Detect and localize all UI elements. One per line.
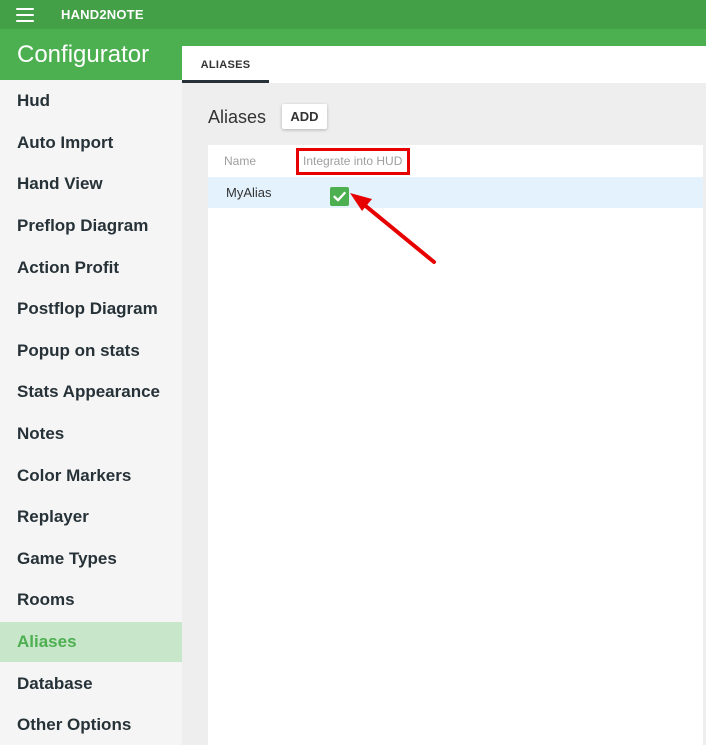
sidebar-item-label: Color Markers	[17, 466, 132, 485]
sidebar-item-replayer[interactable]: Replayer	[0, 497, 182, 537]
sidebar-item-label: Rooms	[17, 590, 75, 609]
sidebar-item-label: Popup on stats	[17, 341, 140, 360]
sidebar-item-label: Other Options	[17, 715, 132, 734]
table-row[interactable]: MyAlias	[208, 177, 703, 208]
column-header-name[interactable]: Name	[224, 154, 256, 168]
aliases-table: Name Integrate into HUD MyAlias	[208, 145, 703, 745]
sidebar-item-label: Hand View	[17, 174, 103, 193]
sidebar-item-label: Action Profit	[17, 258, 119, 277]
sidebar-item-hud[interactable]: Hud	[0, 81, 182, 121]
tab-aliases[interactable]: ALIASES	[182, 46, 269, 83]
sidebar-item-label: Preflop Diagram	[17, 216, 149, 235]
sidebar-item-label: Notes	[17, 424, 65, 443]
sidebar-item-notes[interactable]: Notes	[0, 414, 182, 454]
add-button[interactable]: ADD	[282, 104, 327, 129]
sidebar-item-label: Game Types	[17, 549, 117, 568]
sidebar-item-stats-appearance[interactable]: Stats Appearance	[0, 372, 182, 412]
sidebar-item-label: Auto Import	[17, 133, 114, 152]
sidebar-item-rooms[interactable]: Rooms	[0, 580, 182, 620]
sidebar-header: Configurator	[0, 29, 182, 80]
sidebar-item-label: Postflop Diagram	[17, 299, 158, 318]
sidebar-item-action-profit[interactable]: Action Profit	[0, 248, 182, 288]
page-title: Aliases	[208, 107, 267, 127]
title-bar: HAND2NOTE	[0, 0, 706, 29]
sidebar-item-auto-import[interactable]: Auto Import	[0, 123, 182, 163]
sidebar-item-other-options[interactable]: Other Options	[0, 705, 182, 745]
sidebar-item-database[interactable]: Database	[0, 664, 182, 704]
sidebar-item-label: Database	[17, 674, 93, 693]
sidebar-title: Configurator	[17, 40, 150, 68]
active-tab-indicator	[182, 80, 269, 83]
sidebar-item-popup-on-stats[interactable]: Popup on stats	[0, 331, 182, 371]
sidebar-item-postflop-diagram[interactable]: Postflop Diagram	[0, 289, 182, 329]
checkmark-icon	[333, 191, 346, 202]
tab-label: ALIASES	[200, 58, 251, 71]
annotation-highlight-box	[296, 148, 410, 175]
tab-bar: ALIASES	[182, 46, 706, 83]
header-strip	[182, 29, 706, 46]
hamburger-menu-icon[interactable]	[16, 8, 34, 22]
integrate-checkbox[interactable]	[330, 187, 349, 206]
sidebar-item-aliases[interactable]: Aliases	[0, 622, 182, 662]
sidebar: Configurator Hud Auto Import Hand View P…	[0, 29, 182, 745]
sidebar-item-color-markers[interactable]: Color Markers	[0, 456, 182, 496]
app-title: HAND2NOTE	[61, 7, 144, 22]
sidebar-item-game-types[interactable]: Game Types	[0, 539, 182, 579]
sidebar-item-preflop-diagram[interactable]: Preflop Diagram	[0, 206, 182, 246]
sidebar-item-label: Aliases	[17, 632, 77, 651]
sidebar-item-label: Replayer	[17, 507, 89, 526]
sidebar-item-hand-view[interactable]: Hand View	[0, 164, 182, 204]
alias-name-cell: MyAlias	[226, 185, 272, 200]
sidebar-item-label: Hud	[17, 91, 51, 110]
sidebar-item-label: Stats Appearance	[17, 382, 160, 401]
